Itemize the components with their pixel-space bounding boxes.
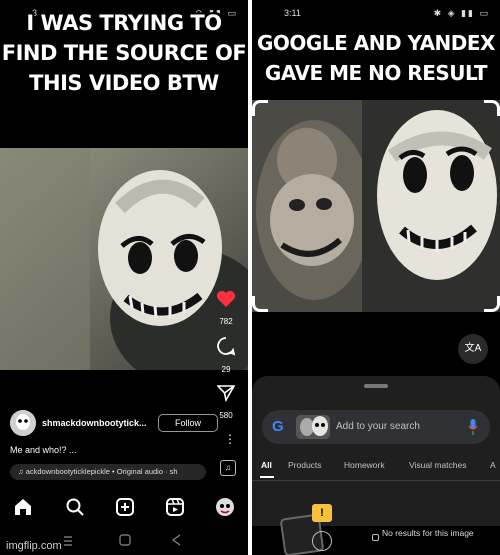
lens-selected-image[interactable] <box>252 100 500 312</box>
search-placeholder: Add to your search <box>336 421 420 432</box>
share-count: 580 <box>219 411 233 420</box>
square-icon <box>372 534 379 541</box>
crop-handle-bottom-left[interactable] <box>252 296 268 312</box>
no-results-message: No results for this image <box>382 528 474 538</box>
instagram-reel-panel: 3 ⊙ ▮▮ ▭ I WAS TRYING TO FIND THE SOURCE… <box>0 0 248 555</box>
recents-icon[interactable] <box>64 536 72 546</box>
reel-side-actions: 782 29 580 <box>210 290 242 430</box>
audio-label: ackdownbootyticklepickle • Original audi… <box>25 467 178 476</box>
heart-icon[interactable] <box>210 290 242 313</box>
crop-handle-top-left[interactable] <box>252 100 268 116</box>
search-icon[interactable] <box>64 496 88 520</box>
comment-icon[interactable] <box>210 336 242 361</box>
search-input[interactable]: G Add to your search <box>262 410 490 444</box>
translate-icon[interactable]: 文A <box>458 334 488 364</box>
home-icon[interactable] <box>12 496 36 520</box>
bottom-nav <box>0 496 248 524</box>
profile-icon[interactable] <box>214 496 238 520</box>
watermark: imgflip.com <box>6 540 62 552</box>
like-count: 782 <box>219 317 233 326</box>
post-caption[interactable]: Me and who!? ... <box>10 445 77 455</box>
create-icon[interactable] <box>114 496 138 520</box>
google-lens-panel: 3:11 ✱ ◈ ▮▮ ▭ GOOGLE AND YANDEX GAVE ME … <box>252 0 500 555</box>
results-sheet: G Add to your search All Products Homewo… <box>252 376 500 555</box>
tabs-divider <box>252 480 500 481</box>
search-tabs: All Products Homework Visual matches A <box>252 460 500 480</box>
warning-icon: ! <box>312 504 332 522</box>
avatar[interactable] <box>10 410 36 436</box>
tab-homework[interactable]: Homework <box>344 460 385 470</box>
tab-more[interactable]: A <box>490 460 496 470</box>
status-icons: ✱ ◈ ▮▮ ▭ <box>433 8 490 18</box>
home-nav-icon[interactable] <box>119 534 131 546</box>
tab-all[interactable]: All <box>261 460 272 470</box>
music-note-icon: ♫ <box>18 467 26 476</box>
meme-caption-top-right: GOOGLE AND YANDEX GAVE ME NO RESULT <box>257 31 495 85</box>
follow-button[interactable]: Follow <box>158 414 218 432</box>
google-logo-icon: G <box>272 418 284 435</box>
status-bar: 3:11 ✱ ◈ ▮▮ ▭ <box>252 8 500 22</box>
sheet-drag-handle[interactable] <box>364 384 388 388</box>
meme-caption-top-left: I WAS TRYING TO FIND THE SOURCE OF THIS … <box>1 11 247 95</box>
active-tab-indicator <box>260 476 274 478</box>
username[interactable]: shmackdownbootytick... <box>42 418 147 428</box>
crop-handle-top-right[interactable] <box>484 100 500 116</box>
search-image-thumbnail[interactable] <box>296 415 330 439</box>
tab-products[interactable]: Products <box>288 460 322 470</box>
post-author-row: shmackdownbootytick... Follow <box>10 410 238 440</box>
comment-count: 29 <box>221 365 231 374</box>
mic-icon[interactable] <box>468 419 478 435</box>
audio-pill[interactable]: ♫ ackdownbootyticklepickle • Original au… <box>10 464 206 480</box>
masked-figures-image <box>252 100 500 312</box>
reels-icon[interactable] <box>164 496 188 520</box>
circle-icon <box>312 531 332 551</box>
audio-thumbnail-icon[interactable]: ♫ <box>220 460 236 476</box>
share-icon[interactable] <box>210 384 242 407</box>
status-time: 3:11 <box>284 8 301 18</box>
tab-visual-matches[interactable]: Visual matches <box>409 460 466 470</box>
crop-handle-bottom-right[interactable] <box>484 296 500 312</box>
back-icon[interactable] <box>171 534 181 546</box>
